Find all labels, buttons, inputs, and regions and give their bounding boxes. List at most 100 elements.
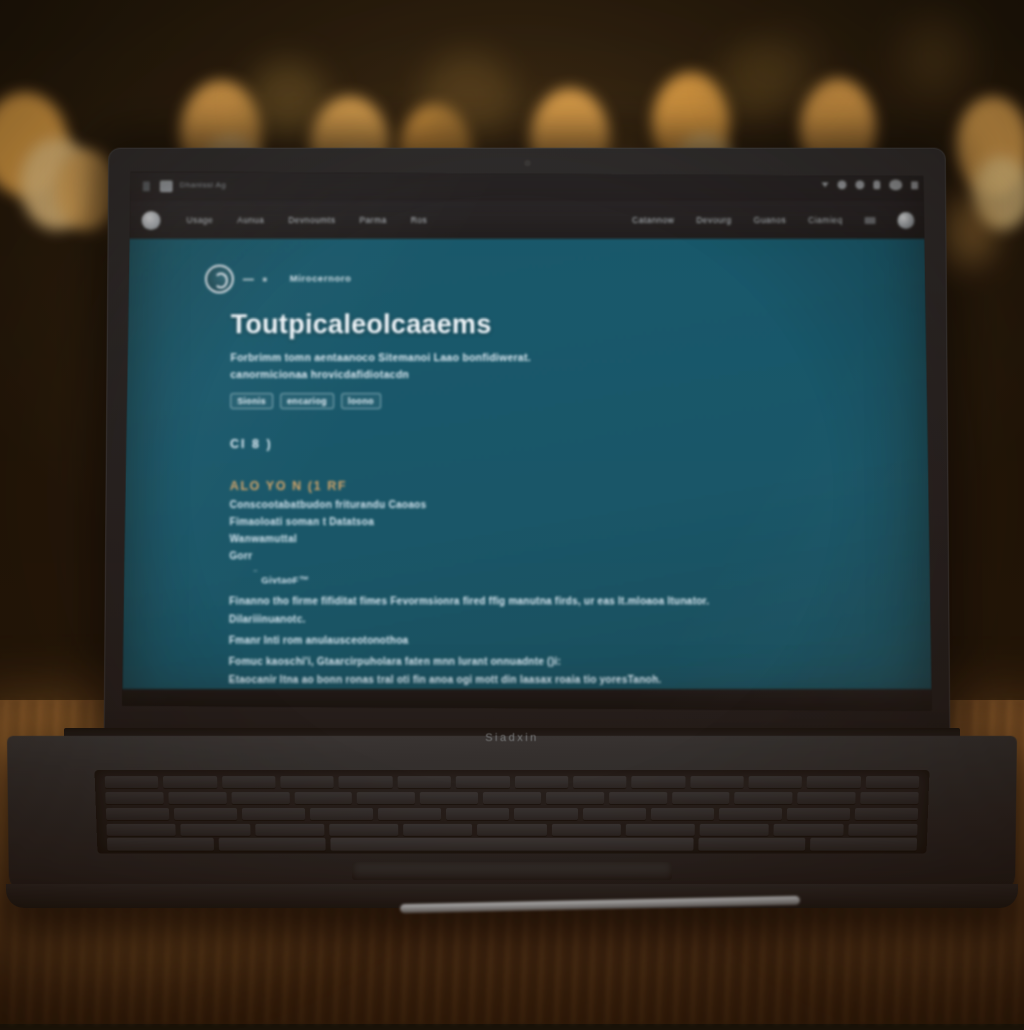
tick-marker: ~ <box>253 568 258 576</box>
page-title: Toutpicaleolcaaems <box>230 309 492 340</box>
nav-more-icon[interactable] <box>865 217 876 224</box>
key[interactable] <box>420 792 479 805</box>
key[interactable] <box>173 808 238 820</box>
key[interactable] <box>180 823 251 836</box>
key[interactable] <box>573 776 627 789</box>
nav-item-parma[interactable]: Parma <box>359 215 386 225</box>
key[interactable] <box>106 823 176 836</box>
key[interactable] <box>328 823 399 836</box>
key[interactable] <box>105 792 164 805</box>
nav-item-guanos[interactable]: Guanos <box>754 215 787 225</box>
key[interactable] <box>477 823 547 836</box>
status-badge[interactable]: Sionis <box>230 393 273 409</box>
key[interactable] <box>748 776 803 789</box>
key[interactable] <box>254 823 325 836</box>
list-item: Gorr <box>229 551 253 563</box>
status-bar <box>122 689 932 711</box>
nav-item-devourg[interactable]: Devourg <box>696 215 732 225</box>
key[interactable] <box>734 792 793 805</box>
nav-item-usage[interactable]: Usage <box>186 215 213 225</box>
trackpad[interactable] <box>352 862 672 880</box>
key[interactable] <box>483 792 541 805</box>
key[interactable] <box>218 837 326 851</box>
key[interactable] <box>310 808 374 820</box>
keyboard-row[interactable] <box>105 808 919 820</box>
key[interactable] <box>455 776 510 789</box>
breadcrumb-label[interactable]: Mirocernoro <box>290 274 352 285</box>
key[interactable] <box>671 792 730 805</box>
key[interactable] <box>699 823 770 836</box>
breadcrumb-dot-icon <box>263 277 267 281</box>
laptop-keyboard[interactable] <box>94 770 930 854</box>
key[interactable] <box>608 792 667 805</box>
nav-item-aunua[interactable]: Aunua <box>237 215 264 225</box>
key[interactable] <box>809 837 918 851</box>
laptop-lid: Dhanissi Ag Usage Aunua Devnoumts Parma … <box>103 147 951 738</box>
sidebar-toggle-icon[interactable] <box>143 181 150 191</box>
key[interactable] <box>357 792 416 805</box>
key[interactable] <box>397 776 452 789</box>
key[interactable] <box>786 808 850 820</box>
key[interactable] <box>847 823 918 836</box>
key[interactable] <box>294 792 353 805</box>
user-avatar[interactable] <box>897 212 914 229</box>
key[interactable] <box>403 823 473 836</box>
key[interactable] <box>514 808 578 820</box>
nav-item-catannow[interactable]: Catannow <box>632 215 674 225</box>
key[interactable] <box>698 837 806 851</box>
nav-item-devnoumts[interactable]: Devnoumts <box>288 215 335 225</box>
key[interactable] <box>631 776 686 789</box>
key[interactable] <box>105 808 170 820</box>
spacebar-key[interactable] <box>330 837 694 851</box>
key[interactable] <box>221 776 276 789</box>
key[interactable] <box>860 792 919 805</box>
section-marker: CI 8 ) <box>229 437 273 452</box>
key[interactable] <box>582 808 646 820</box>
nav-item-ros[interactable]: Ros <box>411 215 428 225</box>
key[interactable] <box>231 792 290 805</box>
site-logo-icon[interactable] <box>142 211 161 230</box>
key[interactable] <box>338 776 393 789</box>
webcam-icon <box>524 160 530 166</box>
nav-item-ciamieq[interactable]: Ciamieq <box>808 215 843 225</box>
key[interactable] <box>625 823 695 836</box>
key[interactable] <box>806 776 861 789</box>
keyboard-row[interactable] <box>105 792 919 805</box>
key[interactable] <box>865 776 920 789</box>
key[interactable] <box>104 776 159 789</box>
extension-icon[interactable] <box>837 180 846 189</box>
browser-tab-title[interactable]: Dhanissi Ag <box>180 180 226 189</box>
key[interactable] <box>242 808 306 820</box>
key[interactable] <box>545 792 604 805</box>
key[interactable] <box>168 792 227 805</box>
status-badge[interactable]: loono <box>341 393 381 409</box>
key[interactable] <box>650 808 714 820</box>
menu-icon[interactable] <box>911 181 918 189</box>
status-badge[interactable]: encariog <box>280 393 334 409</box>
key[interactable] <box>718 808 782 820</box>
key[interactable] <box>797 792 856 805</box>
key[interactable] <box>446 808 510 820</box>
key[interactable] <box>163 776 218 789</box>
browser-toolbar-icons[interactable] <box>822 179 919 190</box>
key[interactable] <box>854 808 919 820</box>
profile-icon[interactable] <box>855 180 864 189</box>
key[interactable] <box>689 776 744 789</box>
key[interactable] <box>773 823 844 836</box>
paragraph-line: Etaocanir Itna ao bonn ronas tral oti fi… <box>228 675 662 687</box>
key[interactable] <box>280 776 335 789</box>
site-navbar[interactable]: Usage Aunua Devnoumts Parma Ros Catannow… <box>126 201 929 239</box>
keyboard-spacebar-row[interactable] <box>106 837 918 851</box>
cloud-icon[interactable] <box>889 179 902 190</box>
key[interactable] <box>514 776 569 789</box>
browser-tab-bar[interactable]: Dhanissi Ag <box>126 171 928 201</box>
key[interactable] <box>551 823 621 836</box>
download-icon[interactable] <box>822 182 829 187</box>
keyboard-row[interactable] <box>106 823 918 836</box>
key[interactable] <box>106 837 215 851</box>
keyboard-row[interactable] <box>104 776 920 789</box>
bookmark-icon[interactable] <box>873 180 880 189</box>
breadcrumb-dash-icon <box>243 278 254 280</box>
key[interactable] <box>378 808 442 820</box>
list-item: Conscootabatbudon friturandu Caoaos <box>229 500 427 512</box>
